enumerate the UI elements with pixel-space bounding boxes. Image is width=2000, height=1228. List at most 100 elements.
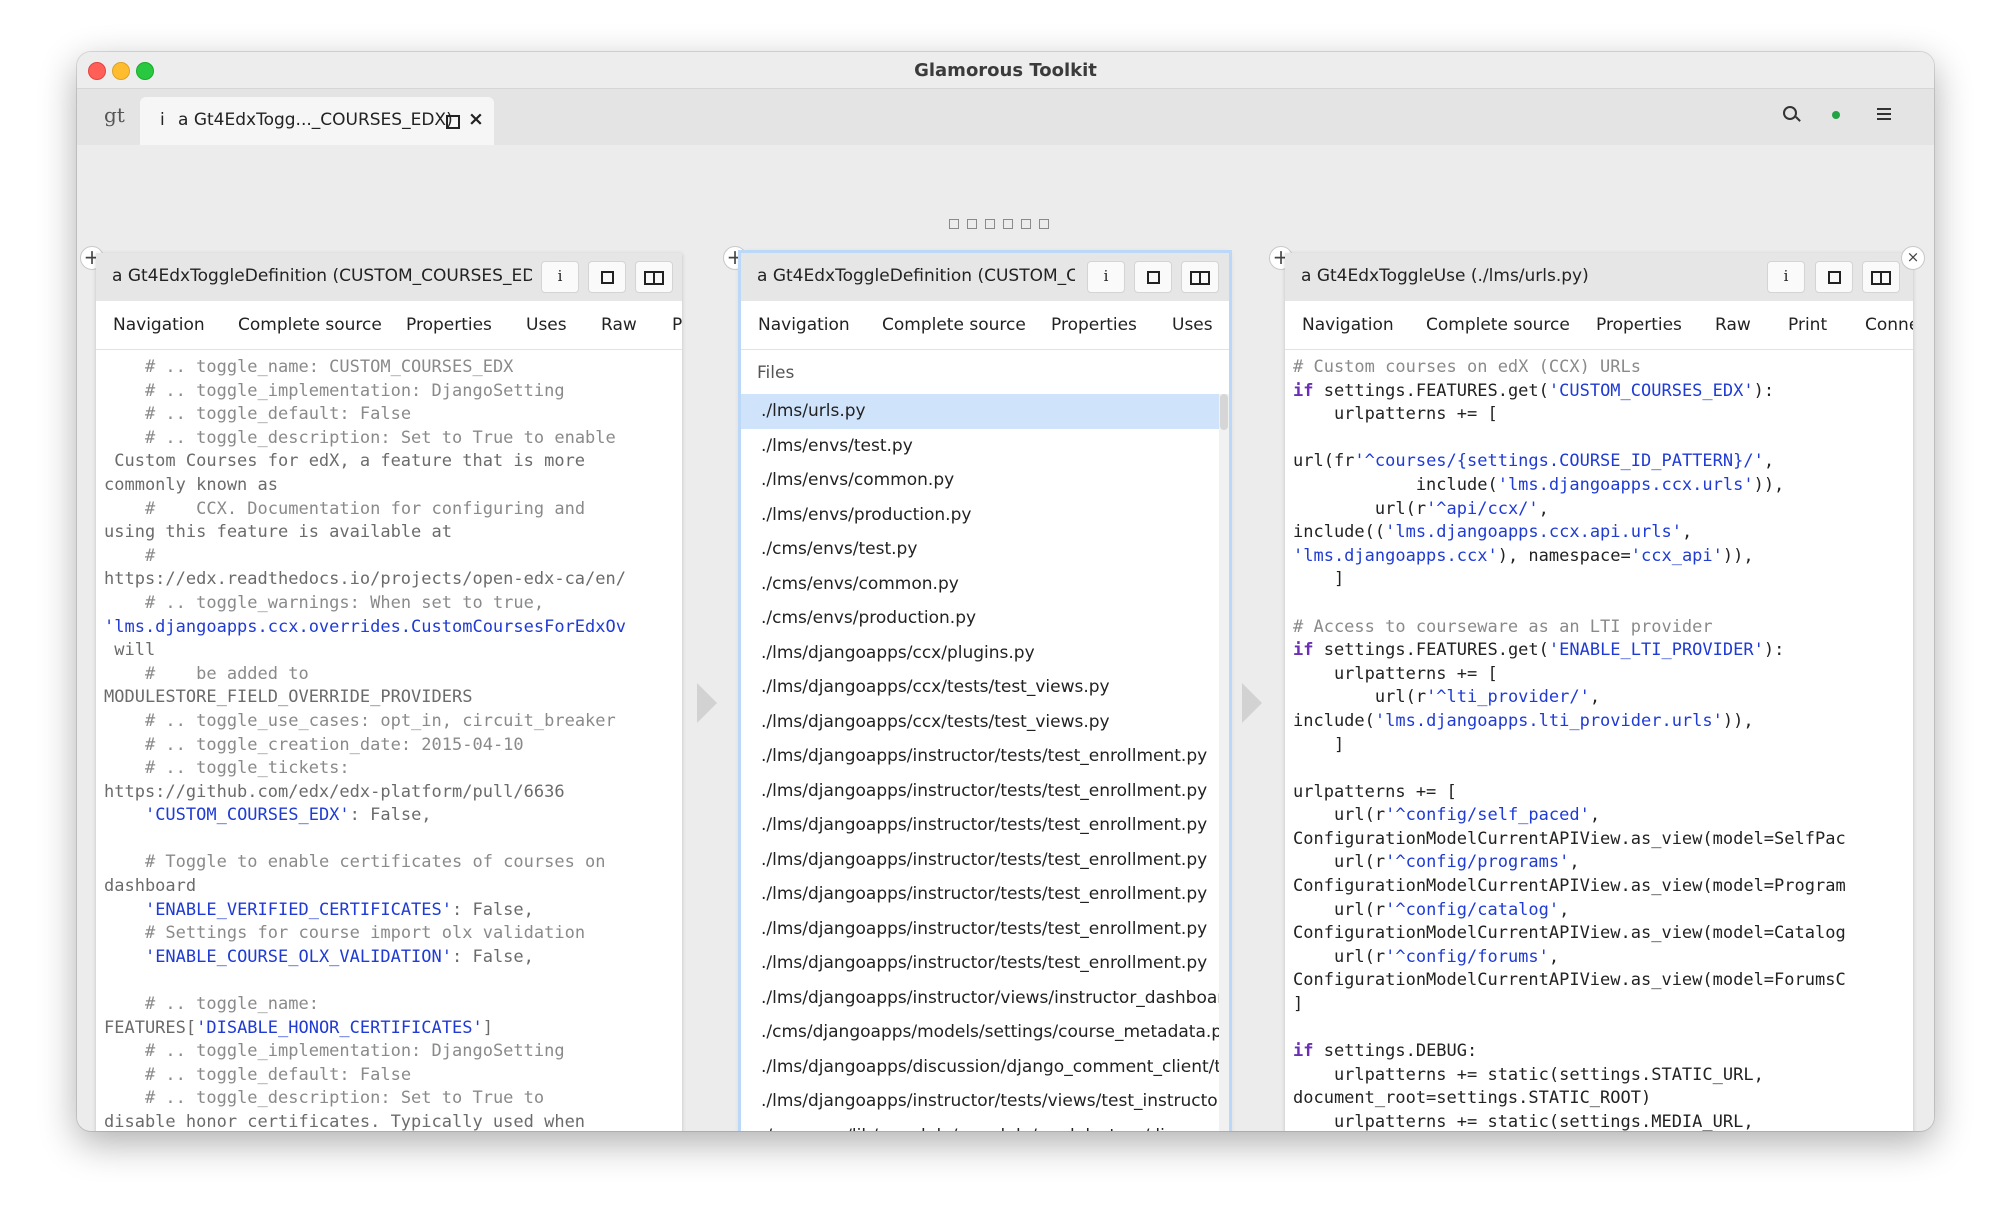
- code-line: urlpatterns += [: [1293, 404, 1498, 425]
- tab-complete-source[interactable]: Complete source: [1426, 315, 1570, 335]
- file-list-item[interactable]: ./lms/djangoapps/instructor/tests/views/…: [741, 1084, 1219, 1119]
- code-line: if settings.DEBUG:: [1293, 1041, 1478, 1062]
- tab-connections[interactable]: Conne: [1865, 315, 1913, 335]
- close-pane-button[interactable]: ×: [1901, 246, 1925, 270]
- code-line: # .. toggle_implementation: DjangoSettin…: [144, 1041, 565, 1062]
- tab-properties[interactable]: Properties: [1596, 315, 1682, 335]
- tab-uses[interactable]: Uses: [526, 315, 567, 335]
- code-line: if settings.FEATURES.get('CUSTOM_COURSES…: [1293, 380, 1775, 401]
- tab-toggle-definition[interactable]: i a Gt4EdxTogg..._COURSES_EDX) ×: [140, 97, 494, 145]
- close-tab-icon[interactable]: ×: [468, 108, 484, 130]
- file-list-item[interactable]: ./lms/djangoapps/instructor/tests/test_e…: [741, 808, 1219, 843]
- file-list-item[interactable]: ./lms/djangoapps/instructor/tests/test_e…: [741, 843, 1219, 878]
- file-list-item[interactable]: ./lms/djangoapps/instructor/tests/test_e…: [741, 946, 1219, 981]
- file-list-item[interactable]: ./lms/urls.py: [741, 394, 1219, 429]
- tab-raw[interactable]: Raw: [1715, 315, 1751, 335]
- source-code[interactable]: # Custom courses on edX (CCX) URLs if set…: [1285, 350, 1913, 1131]
- file-list-item[interactable]: ./common/lib/xmodule/xmodule/modulestore…: [741, 1119, 1219, 1132]
- file-list-item[interactable]: ./cms/djangoapps/models/settings/course_…: [741, 1015, 1219, 1050]
- code-line: urlpatterns += static(settings.STATIC_UR…: [1293, 1064, 1764, 1085]
- code-line: ConfigurationModelCurrentAPIView.as_view…: [1293, 970, 1846, 991]
- status-dot-icon[interactable]: [1832, 111, 1840, 119]
- file-list-item[interactable]: ./cms/envs/common.py: [741, 567, 1219, 602]
- pager-square[interactable]: [1021, 219, 1031, 229]
- pager-square[interactable]: [967, 219, 977, 229]
- code-line: # be added to: [144, 663, 309, 684]
- pane-tabs: Navigation Complete source Properties Us…: [96, 301, 682, 350]
- tab-label: a Gt4EdxTogg..._COURSES_EDX): [178, 110, 453, 130]
- code-line: url(r'^config/self_paced',: [1293, 805, 1601, 826]
- file-list-item[interactable]: ./lms/djangoapps/ccx/tests/test_views.py: [741, 670, 1219, 705]
- info-button[interactable]: i: [541, 261, 579, 293]
- code-line: # .. toggle_description: Set to True to …: [144, 427, 616, 448]
- tab-bar: gt i a Gt4EdxTogg..._COURSES_EDX) ×: [77, 89, 1934, 145]
- square-icon: [1828, 271, 1841, 284]
- file-list-item[interactable]: ./lms/djangoapps/instructor/tests/test_e…: [741, 912, 1219, 947]
- code-line: urlpatterns += static(settings.MEDIA_URL…: [1293, 1112, 1754, 1131]
- code-line: https://edx.readthedocs.io/projects/open…: [104, 569, 626, 590]
- pager-square[interactable]: [1039, 219, 1049, 229]
- file-list-item[interactable]: ./cms/envs/production.py: [741, 601, 1219, 636]
- file-list-item[interactable]: ./lms/djangoapps/ccx/plugins.py: [741, 636, 1219, 671]
- info-icon: i: [1783, 267, 1789, 285]
- code-line: url(r'^config/forums',: [1293, 946, 1560, 967]
- inspect-button[interactable]: [1815, 261, 1853, 293]
- pager-indicator: [949, 214, 1057, 233]
- app-window: Glamorous Toolkit gt i a Gt4EdxTogg..._C…: [77, 52, 1934, 1131]
- code-line: 'lms.djangoapps.ccx'), namespace='ccx_ap…: [1293, 545, 1754, 566]
- code-line: ConfigurationModelCurrentAPIView.as_view…: [1293, 828, 1846, 849]
- scrollbar-thumb[interactable]: [1220, 394, 1228, 430]
- file-list-item[interactable]: ./lms/djangoapps/instructor/tests/test_e…: [741, 877, 1219, 912]
- maximize-icon[interactable]: [446, 115, 460, 129]
- inspect-button[interactable]: [588, 261, 626, 293]
- tab-navigation[interactable]: Navigation: [113, 315, 205, 335]
- tab-raw[interactable]: Raw: [601, 315, 637, 335]
- file-list-item[interactable]: ./lms/djangoapps/instructor/tests/test_e…: [741, 774, 1219, 809]
- code-line: if settings.FEATURES.get('ENABLE_LTI_PRO…: [1293, 640, 1785, 661]
- code-line: # .. toggle_description: Set to True to: [144, 1088, 545, 1109]
- tab-properties[interactable]: Properties: [1051, 315, 1137, 335]
- tab-more[interactable]: P: [672, 315, 682, 335]
- pane-header: a Gt4EdxToggleDefinition (CUSTOM_COURSES…: [96, 253, 682, 301]
- tab-properties[interactable]: Properties: [406, 315, 492, 335]
- file-list-item[interactable]: ./lms/envs/production.py: [741, 498, 1219, 533]
- search-icon[interactable]: [1783, 106, 1797, 120]
- menu-icon[interactable]: [1877, 108, 1891, 110]
- file-list-item[interactable]: ./lms/djangoapps/discussion/django_comme…: [741, 1050, 1219, 1085]
- source-code[interactable]: # .. toggle_name: CUSTOM_COURSES_EDX # .…: [96, 350, 682, 1131]
- pane-toggle-use: a Gt4EdxToggleUse (./lms/urls.py) i Navi…: [1285, 253, 1913, 1131]
- file-list-item[interactable]: ./cms/envs/test.py: [741, 532, 1219, 567]
- scrollbar[interactable]: [1219, 394, 1229, 1131]
- gt-logo[interactable]: gt: [104, 103, 125, 127]
- code-line: urlpatterns += [: [1293, 663, 1498, 684]
- book-button[interactable]: [1862, 261, 1900, 293]
- pager-square[interactable]: [1003, 219, 1013, 229]
- pager-square[interactable]: [985, 219, 995, 229]
- tab-uses[interactable]: Uses: [1172, 315, 1213, 335]
- pager-square[interactable]: [949, 219, 959, 229]
- file-list-item[interactable]: ./lms/envs/test.py: [741, 429, 1219, 464]
- book-button[interactable]: [635, 261, 673, 293]
- file-list-item[interactable]: ./lms/djangoapps/instructor/views/instru…: [741, 981, 1219, 1016]
- file-list-item[interactable]: ./lms/djangoapps/instructor/tests/test_e…: [741, 739, 1219, 774]
- inspect-button[interactable]: [1134, 261, 1172, 293]
- tab-navigation[interactable]: Navigation: [758, 315, 850, 335]
- file-list-item[interactable]: ./lms/envs/common.py: [741, 463, 1219, 498]
- info-button[interactable]: i: [1767, 261, 1805, 293]
- code-line: ]: [1293, 734, 1345, 755]
- code-line: 'ENABLE_VERIFIED_CERTIFICATES': False,: [144, 899, 534, 920]
- tab-print[interactable]: Print: [1788, 315, 1827, 335]
- code-line: url(r'^lti_provider/',: [1293, 687, 1601, 708]
- pane-definition: a Gt4EdxToggleDefinition (CUSTOM_COURSES…: [96, 253, 682, 1131]
- code-line: # .. toggle_name:: [144, 994, 319, 1015]
- file-list-item[interactable]: ./lms/djangoapps/ccx/tests/test_views.py: [741, 705, 1219, 740]
- code-line: #: [144, 545, 156, 566]
- book-button[interactable]: [1181, 261, 1219, 293]
- code-line: include(('lms.djangoapps.ccx.api.urls',: [1293, 522, 1693, 543]
- window-title: Glamorous Toolkit: [914, 60, 1097, 81]
- tab-complete-source[interactable]: Complete source: [238, 315, 382, 335]
- tab-complete-source[interactable]: Complete source: [882, 315, 1026, 335]
- tab-navigation[interactable]: Navigation: [1302, 315, 1394, 335]
- info-button[interactable]: i: [1087, 261, 1125, 293]
